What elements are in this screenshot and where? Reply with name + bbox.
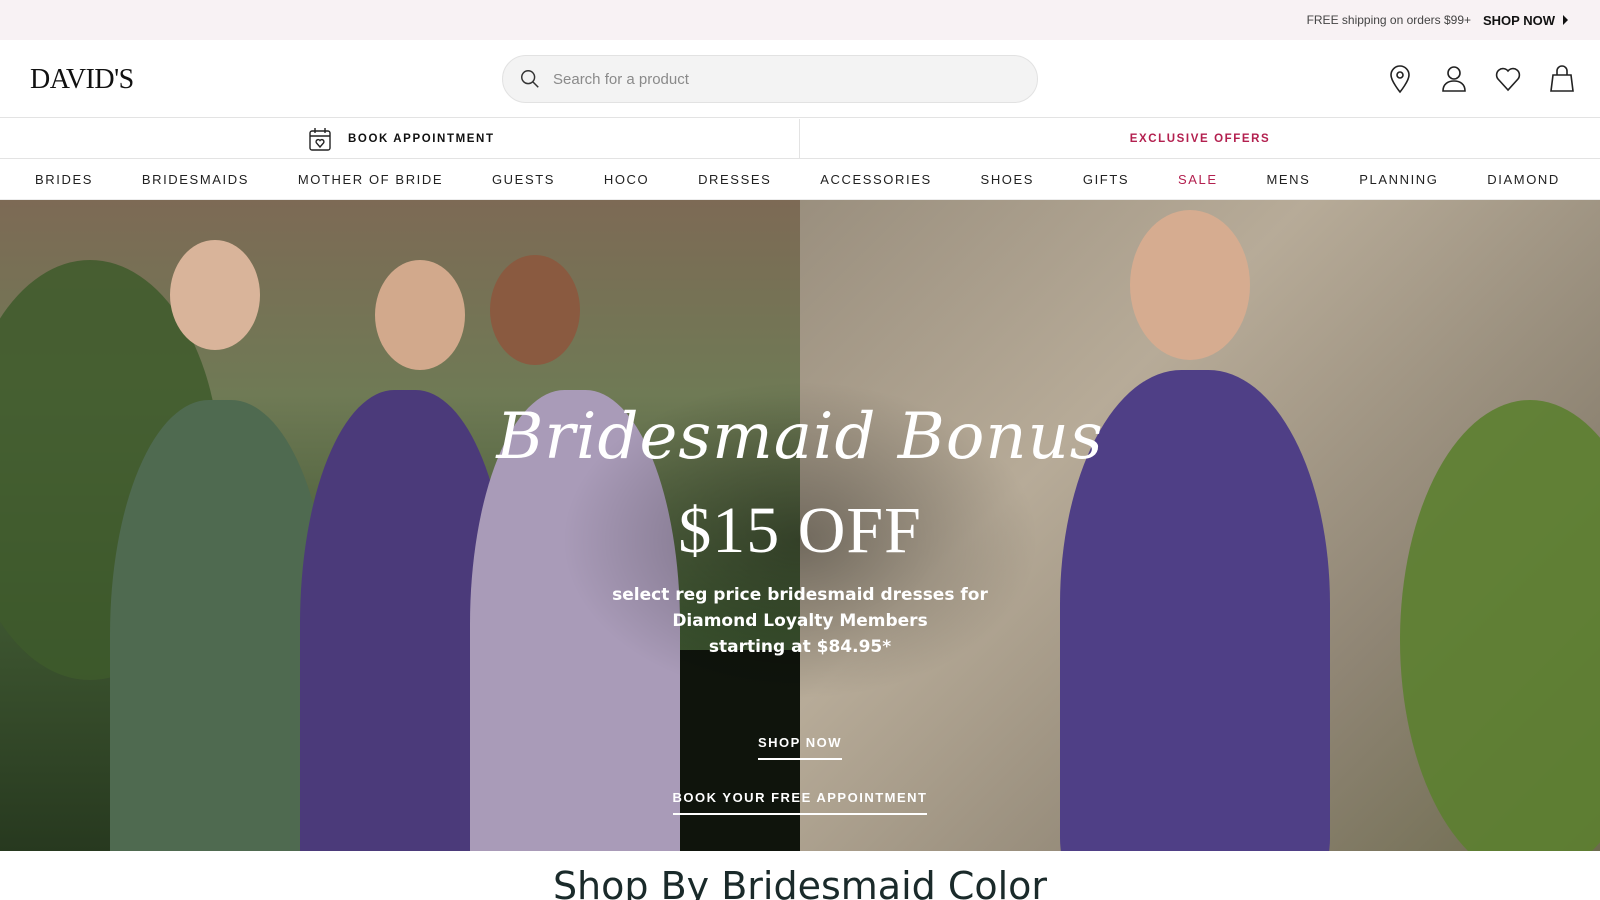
offer-line: starting at $84.95* bbox=[708, 637, 892, 657]
nav-item-hoco[interactable]: HOCO bbox=[604, 172, 649, 187]
nav-item-mens[interactable]: MENS bbox=[1266, 172, 1310, 187]
site-header: DAVID'S bbox=[0, 40, 1600, 118]
hero-offer-description: select reg price bridesmaid dresses for … bbox=[0, 582, 1600, 660]
hero-cta-row: BOOK YOUR FREE APPOINTMENT bbox=[0, 789, 1600, 815]
search-icon bbox=[521, 70, 539, 88]
nav-item-diamond[interactable]: DIAMOND bbox=[1487, 172, 1560, 187]
nav-item-brides[interactable]: BRIDES bbox=[35, 172, 93, 187]
wishlist-heart-icon[interactable] bbox=[1494, 64, 1522, 94]
book-appointment-label: BOOK APPOINTMENT bbox=[348, 133, 495, 145]
shop-now-button[interactable]: SHOP NOW bbox=[758, 735, 842, 760]
nav-item-dresses[interactable]: DRESSES bbox=[698, 172, 771, 187]
nav-item-sale[interactable]: SALE bbox=[1178, 172, 1218, 187]
hero-script-title: Bridesmaid Bonus bbox=[496, 400, 1104, 474]
offer-line: select reg price bridesmaid dresses for bbox=[612, 585, 988, 605]
section-heading: Shop By Bridesmaid Color bbox=[552, 864, 1048, 900]
offer-line: Diamond Loyalty Members bbox=[672, 611, 928, 631]
book-free-appointment-button[interactable]: BOOK YOUR FREE APPOINTMENT bbox=[672, 790, 928, 815]
nav-item-mother-of-bride[interactable]: MOTHER OF BRIDE bbox=[298, 172, 443, 187]
promo-bar: FREE shipping on orders $99+ SHOP NOW bbox=[0, 0, 1600, 40]
book-appointment-link[interactable]: BOOK APPOINTMENT bbox=[0, 119, 800, 159]
nav-item-shoes[interactable]: SHOES bbox=[981, 172, 1035, 187]
main-nav: BRIDES BRIDESMAIDS MOTHER OF BRIDE GUEST… bbox=[0, 160, 1600, 200]
nav-item-planning[interactable]: PLANNING bbox=[1359, 172, 1438, 187]
nav-item-guests[interactable]: GUESTS bbox=[492, 172, 555, 187]
head-shape bbox=[375, 260, 465, 370]
exclusive-offers-link[interactable]: EXCLUSIVE OFFERS bbox=[800, 119, 1600, 159]
exclusive-offers-label: EXCLUSIVE OFFERS bbox=[1129, 133, 1271, 145]
hero-cta-row: SHOP NOW bbox=[0, 734, 1600, 760]
shopping-bag-icon[interactable] bbox=[1548, 64, 1576, 94]
header-icons bbox=[1386, 64, 1576, 94]
hero-banner[interactable]: Bridesmaid Bonus $15 OFF select reg pric… bbox=[0, 200, 1600, 851]
site-logo[interactable]: DAVID'S bbox=[30, 64, 134, 96]
promo-shop-now-link[interactable]: SHOP NOW bbox=[1483, 13, 1568, 28]
calendar-heart-icon bbox=[309, 128, 331, 151]
head-shape bbox=[170, 240, 260, 350]
caret-right-icon bbox=[1563, 15, 1568, 25]
head-shape bbox=[490, 255, 580, 365]
promo-shop-now-label: SHOP NOW bbox=[1483, 12, 1555, 28]
account-icon[interactable] bbox=[1440, 64, 1468, 94]
search-input[interactable] bbox=[553, 70, 1013, 88]
hero-offer-amount: $15 OFF bbox=[678, 494, 922, 567]
location-icon[interactable] bbox=[1386, 64, 1414, 94]
nav-item-accessories[interactable]: ACCESSORIES bbox=[820, 172, 932, 187]
search-bar[interactable] bbox=[502, 55, 1038, 103]
nav-item-gifts[interactable]: GIFTS bbox=[1083, 172, 1129, 187]
free-shipping-text: FREE shipping on orders $99+ bbox=[1306, 13, 1471, 27]
nav-item-bridesmaids[interactable]: BRIDESMAIDS bbox=[142, 172, 249, 187]
utility-bar: BOOK APPOINTMENT EXCLUSIVE OFFERS bbox=[0, 119, 1600, 159]
head-shape bbox=[1130, 210, 1250, 360]
